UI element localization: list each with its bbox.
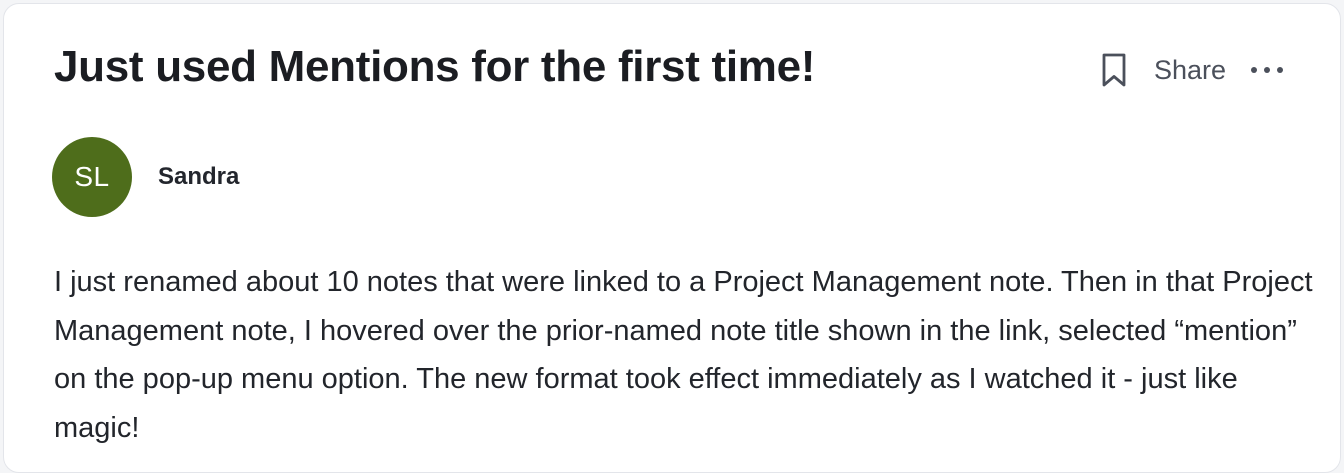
post-title: Just used Mentions for the first time! (54, 42, 816, 91)
avatar[interactable]: SL (52, 137, 132, 217)
author-name[interactable]: Sandra (158, 163, 239, 191)
author: SL Sandra (52, 137, 239, 217)
bookmark-icon (1102, 53, 1126, 87)
post-actions: Share (1094, 50, 1288, 90)
more-options-button[interactable] (1246, 50, 1288, 90)
avatar-initials: SL (74, 161, 110, 192)
post-card: Just used Mentions for the first time! S… (3, 3, 1341, 473)
share-button[interactable]: Share (1150, 55, 1230, 86)
bookmark-button[interactable] (1094, 50, 1134, 90)
post-body: I just renamed about 10 notes that were … (54, 266, 1313, 444)
more-horizontal-icon (1251, 67, 1283, 73)
